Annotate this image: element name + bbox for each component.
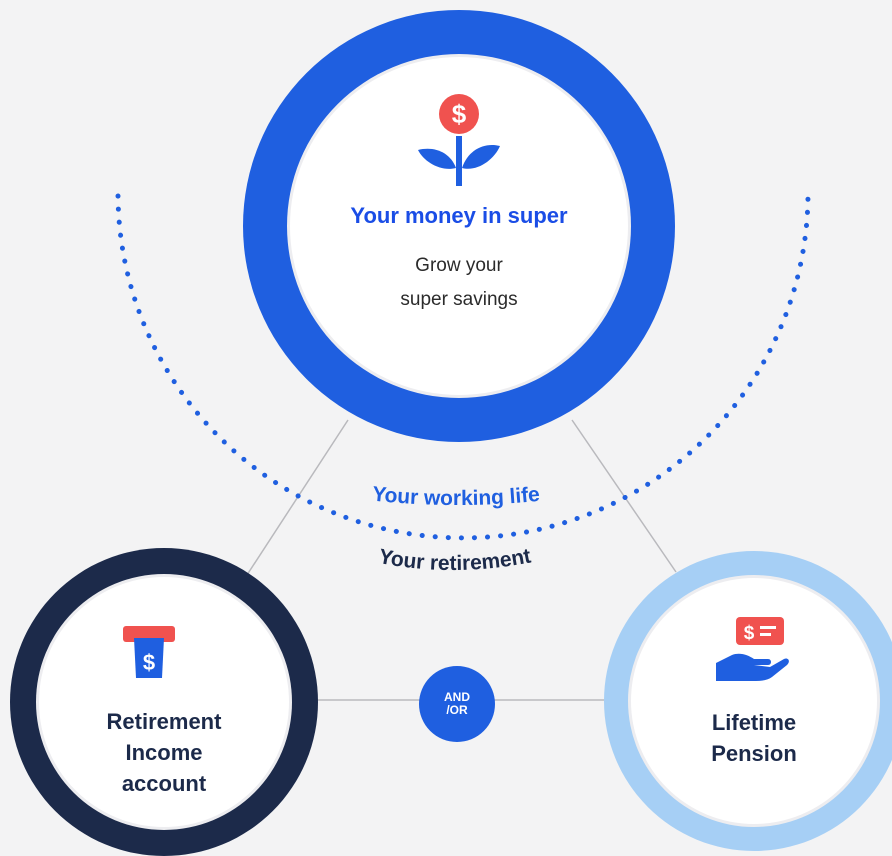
svg-text:$: $: [143, 650, 155, 675]
and-or-badge: AND /OR: [419, 666, 495, 742]
lifetime-pension-node: $ Lifetime Pension: [604, 551, 892, 851]
retirement-income-title-3: account: [121, 771, 207, 796]
retirement-income-title-2: Income: [125, 740, 203, 765]
money-in-super-subtitle-2: super savings: [400, 289, 518, 310]
lifetime-pension-title-2: Pension: [711, 741, 797, 766]
money-plant-icon: $: [416, 92, 502, 188]
money-in-super-subtitle-1: Grow your: [415, 255, 503, 276]
and-or-line-2: /OR: [446, 703, 468, 717]
retirement-label: Your retirement: [377, 544, 533, 575]
money-in-super-node: $ Your money in super Grow your super sa…: [243, 10, 675, 442]
retirement-income-title-1: Retirement: [106, 709, 222, 734]
retirement-income-node: $ Retirement Income account: [10, 548, 318, 856]
svg-text:$: $: [452, 99, 467, 129]
hand-holding-cash-icon: $: [714, 615, 790, 687]
lifetime-pension-title-1: Lifetime: [711, 710, 797, 735]
super-journey-diagram: Your working life Your retirement $ Your…: [0, 0, 892, 856]
money-in-super-title: Your money in super: [350, 203, 568, 228]
connector-top-left: [244, 419, 349, 579]
atm-withdrawal-icon: $: [123, 624, 175, 680]
svg-text:$: $: [744, 623, 755, 644]
working-life-label: Your working life: [371, 483, 541, 510]
